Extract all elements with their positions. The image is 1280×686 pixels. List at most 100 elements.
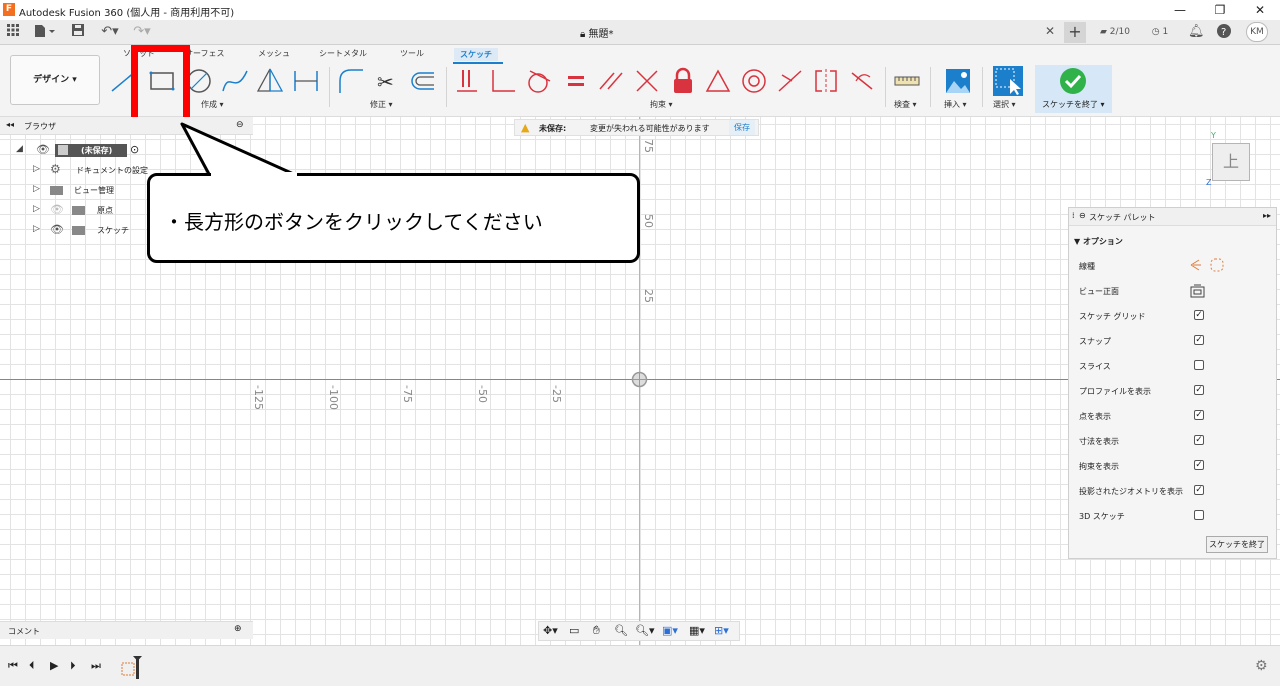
offset-tool-icon[interactable] [408, 67, 436, 95]
tab-mesh[interactable]: メッシュ [258, 48, 290, 59]
undo-icon[interactable]: ↶▾ [98, 24, 122, 40]
close-tab-button[interactable]: ✕ [1045, 24, 1055, 38]
tree-item-origin[interactable]: ▷ 👁︎ 原点 [0, 202, 150, 220]
tab-sketch[interactable]: スケッチ [454, 48, 498, 61]
collapse-icon[interactable]: ◂◂ [6, 120, 14, 129]
save-button[interactable]: 保存 [729, 120, 755, 135]
3d-sketch-checkbox[interactable] [1194, 510, 1204, 520]
save-icon[interactable] [71, 24, 85, 40]
expand-icon[interactable]: ▷ [33, 164, 40, 174]
triangle-constraint-icon[interactable] [704, 67, 732, 95]
expand-icon[interactable]: ▷ [33, 204, 40, 214]
dimension-tool-icon[interactable] [292, 67, 320, 95]
grid-settings-icon[interactable]: ▦▾ [689, 624, 705, 637]
play-icon[interactable]: ▶ [50, 659, 58, 672]
checkmark-icon[interactable] [1059, 67, 1087, 98]
workspace-switcher[interactable]: デザイン ▾ [10, 55, 100, 105]
finish-sketch-label[interactable]: スケッチを終了 ▾ [1042, 99, 1105, 110]
insert-image-icon[interactable] [944, 67, 972, 95]
equal-constraint-icon[interactable] [562, 67, 590, 95]
toggle-icon[interactable]: ⊖ [1079, 211, 1086, 220]
maximize-button[interactable]: ❐ [1200, 1, 1240, 19]
options-section[interactable]: ▼ オプション [1074, 236, 1123, 247]
close-window-button[interactable]: ✕ [1240, 1, 1280, 19]
lock-constraint-icon[interactable] [669, 67, 697, 95]
timeline-settings-gear-icon[interactable]: ⚙ [1255, 658, 1268, 674]
show-points-checkbox[interactable]: ✓ [1194, 410, 1204, 420]
user-avatar[interactable]: KM [1246, 22, 1268, 42]
midpoint-constraint-icon[interactable] [776, 67, 804, 95]
sketch-grid-checkbox[interactable]: ✓ [1194, 310, 1204, 320]
grid-menu-icon[interactable] [6, 24, 20, 40]
mirror-tool-icon[interactable] [256, 67, 284, 95]
finish-sketch-area[interactable]: スケッチを終了 ▾ [1035, 65, 1112, 113]
drag-handle-icon[interactable]: ⁞ [1072, 211, 1075, 220]
radio-icon[interactable]: ⊙ [130, 143, 139, 156]
trim-scissors-icon[interactable]: ✂ [373, 67, 401, 95]
add-comment-icon[interactable]: ⊕ [234, 624, 242, 634]
insert-group-label[interactable]: 挿入 ▾ [944, 99, 967, 110]
show-dimensions-checkbox[interactable]: ✓ [1194, 435, 1204, 445]
expand-palette-icon[interactable]: ▸▸ [1263, 211, 1271, 220]
measure-tool-icon[interactable] [893, 67, 921, 95]
tree-item-sketches[interactable]: ▷ 👁︎ スケッチ [0, 222, 150, 240]
show-profile-checkbox[interactable]: ✓ [1194, 385, 1204, 395]
fillet-tool-icon[interactable] [337, 67, 365, 95]
step-back-icon[interactable]: ⏴︎ [29, 659, 35, 673]
modify-group-label[interactable]: 修正 ▾ [370, 99, 393, 110]
minimize-button[interactable]: — [1160, 1, 1200, 19]
tab-tools[interactable]: ツール [400, 48, 424, 59]
inspect-group-label[interactable]: 検査 ▾ [894, 99, 917, 110]
tree-item-view-management[interactable]: ▷ ビュー管理 [0, 182, 150, 200]
notifications[interactable]: ◷ 1 [1147, 24, 1173, 40]
spline-tool-icon[interactable] [221, 67, 249, 95]
parallel-constraint-icon[interactable] [597, 67, 625, 95]
viewcube[interactable]: 上 [1212, 143, 1250, 181]
fit-icon[interactable]: 🔍︎▾ [635, 624, 655, 637]
step-forward-icon[interactable]: ⏵︎ [70, 659, 76, 673]
go-to-end-icon[interactable]: ⏭︎ [91, 659, 101, 673]
file-menu-icon[interactable] [33, 24, 57, 40]
tree-root[interactable]: ◢ 👁︎ (未保存) ⊙ [0, 142, 150, 160]
look-at-nav-icon[interactable]: ▭ [569, 624, 579, 637]
look-at-icon[interactable] [1190, 284, 1206, 301]
fix-constraint-icon[interactable] [455, 67, 483, 95]
viewports-icon[interactable]: ⊞▾ [714, 624, 729, 637]
pan-hand-icon[interactable]: ✋︎ [593, 623, 600, 638]
go-to-start-icon[interactable]: ⏮︎ [8, 659, 18, 673]
redo-icon[interactable]: ↷▾ [130, 24, 154, 40]
tree-item-document-settings[interactable]: ▷ ⚙ ドキュメントの設定 [0, 162, 150, 180]
show-projected-checkbox[interactable]: ✓ [1194, 485, 1204, 495]
linetype-icons[interactable] [1189, 258, 1229, 272]
display-settings-icon[interactable]: ▣▾ [662, 624, 678, 637]
tangent-constraint-icon[interactable] [524, 67, 552, 95]
zoom-icon[interactable]: 🔍︎ [614, 624, 628, 637]
select-tool-icon[interactable] [992, 65, 1024, 97]
slice-checkbox[interactable] [1194, 360, 1204, 370]
constraints-group-label[interactable]: 拘束 ▾ [650, 99, 673, 110]
coincident-constraint-icon[interactable] [489, 67, 517, 95]
bell-icon[interactable]: 🔔︎ [1188, 24, 1205, 40]
expand-icon[interactable]: ▷ [33, 184, 40, 194]
new-tab-button[interactable]: + [1064, 22, 1086, 43]
timeline-sketch-marker-icon[interactable] [120, 655, 146, 684]
symmetry-constraint-icon[interactable] [812, 67, 840, 95]
help-icon[interactable]: ? [1216, 24, 1232, 40]
show-constraints-checkbox[interactable]: ✓ [1194, 460, 1204, 470]
expand-icon[interactable]: ◢ [16, 144, 23, 154]
eye-icon[interactable]: 👁︎ [36, 143, 50, 156]
expand-icon[interactable]: ▷ [33, 224, 40, 234]
document-tab[interactable]: 🔒︎ 無題* [580, 25, 614, 40]
curvature-constraint-icon[interactable] [848, 67, 876, 95]
hidden-eye-icon[interactable]: 👁︎ [50, 203, 64, 216]
job-status[interactable]: ▰ 2/10 [1095, 24, 1135, 40]
origin-point-icon[interactable] [631, 371, 648, 391]
perpendicular-constraint-icon[interactable] [633, 67, 661, 95]
tab-sheet-metal[interactable]: シートメタル [319, 48, 367, 59]
finish-sketch-button[interactable]: スケッチを終了 [1206, 536, 1268, 553]
orbit-icon[interactable]: ✥▾ [543, 624, 558, 637]
eye-icon[interactable]: 👁︎ [50, 223, 64, 236]
tab-surface[interactable]: サーフェス [185, 48, 225, 59]
select-group-label[interactable]: 選択 ▾ [993, 99, 1016, 110]
create-group-label[interactable]: 作成 ▾ [201, 99, 224, 110]
